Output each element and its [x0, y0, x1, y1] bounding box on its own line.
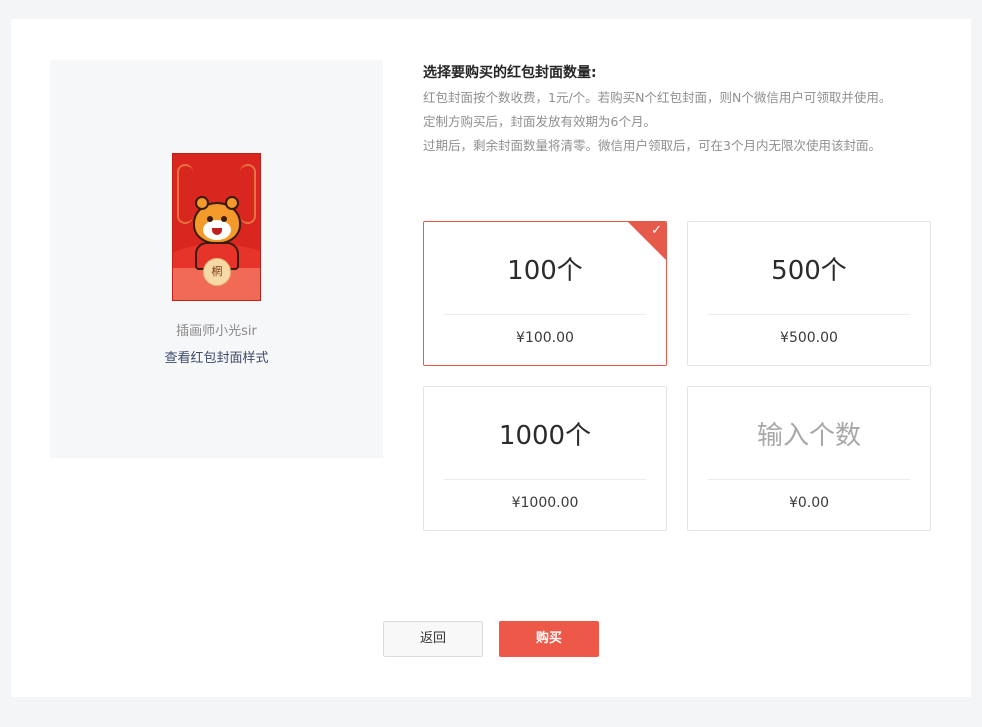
tiger-ear-right — [225, 196, 239, 210]
cloud-decoration-right — [240, 164, 256, 224]
main-card: 棢 插画师小光sir 查看红包封面样式 选择要购买的红包封面数量: 红包封面按个… — [11, 19, 971, 697]
option-divider — [708, 479, 910, 480]
option-divider — [444, 479, 646, 480]
tiger-eye-right — [221, 216, 227, 222]
description-validity: 定制方购买后，封面发放有效期为6个月。 — [423, 114, 656, 129]
quantity-options: 100个 ¥100.00 ✓ 500个 ¥500.00 1000个 ¥1000.… — [423, 221, 931, 531]
tiger-illustration — [193, 196, 241, 244]
option-price: ¥1000.00 — [511, 495, 579, 511]
tiger-eye-left — [207, 216, 213, 222]
option-price: ¥0.00 — [788, 495, 830, 511]
option-divider — [708, 314, 910, 315]
description-expiry: 过期后，剩余封面数量将清零。微信用户领取后，可在3个月内无限次使用该封面。 — [423, 138, 881, 153]
custom-quantity-input[interactable]: 输入个数 — [688, 415, 930, 452]
option-count: 1000个 — [498, 421, 592, 451]
option-divider — [444, 314, 646, 315]
option-500[interactable]: 500个 ¥500.00 — [687, 221, 931, 366]
cloud-decoration-left — [177, 164, 193, 224]
description-pricing: 红包封面按个数收费，1元/个。若购买N个红包封面，则N个微信用户可领取并使用。 — [423, 90, 892, 105]
section-heading: 选择要购买的红包封面数量: — [423, 65, 597, 81]
author-name: 插画师小光sir — [176, 324, 257, 339]
envelope-seal: 棢 — [203, 258, 231, 286]
tiger-ear-left — [195, 196, 209, 210]
option-price: ¥100.00 — [516, 330, 574, 346]
back-button[interactable]: 返回 — [383, 621, 483, 657]
check-icon: ✓ — [651, 223, 662, 238]
red-envelope-cover-image[interactable]: 棢 — [172, 153, 261, 301]
option-custom-quantity[interactable]: 输入个数 ¥0.00 — [687, 386, 931, 531]
option-count: 500个 — [771, 256, 847, 286]
view-cover-style-link[interactable]: 查看红包封面样式 — [50, 347, 383, 366]
option-1000[interactable]: 1000个 ¥1000.00 — [423, 386, 667, 531]
option-100[interactable]: 100个 ¥100.00 ✓ — [423, 221, 667, 366]
buy-button[interactable]: 购买 — [499, 621, 599, 657]
option-price: ¥500.00 — [780, 330, 838, 346]
purchase-info: 选择要购买的红包封面数量: 红包封面按个数收费，1元/个。若购买N个红包封面，则… — [423, 62, 943, 160]
cover-preview-panel: 棢 插画师小光sir 查看红包封面样式 — [50, 60, 383, 458]
